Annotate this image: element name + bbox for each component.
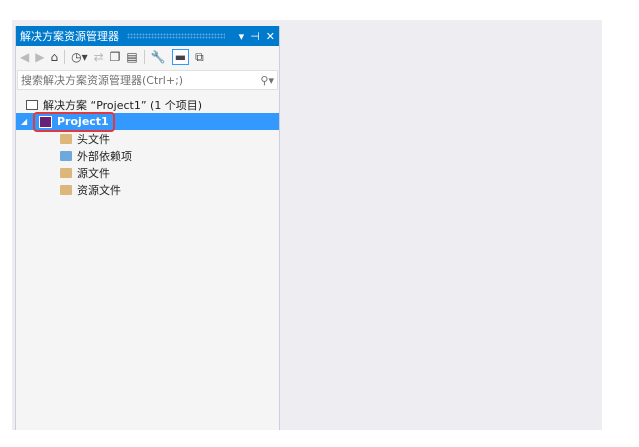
folder-icon — [60, 167, 72, 178]
folder-icon — [60, 133, 72, 144]
sync-icon[interactable]: ⇄ — [94, 50, 104, 64]
folder-label: 头文件 — [77, 132, 110, 146]
properties-icon[interactable]: 🔧 — [151, 50, 166, 64]
folder-icon — [60, 184, 72, 195]
tree-item-project[interactable]: ◢ Project1 — [16, 111, 279, 132]
dropdown-icon[interactable]: ▾ — [239, 30, 245, 43]
folder-label: 资源文件 — [77, 183, 121, 197]
panel-title-bar: 解决方案资源管理器 ▾ ⊣ ✕ — [16, 26, 279, 46]
collapse-all-icon[interactable]: ❐ — [110, 50, 121, 64]
pending-changes-icon[interactable]: ◷▾ — [71, 50, 88, 64]
solution-label: 解决方案 “Project1” (1 个项目) — [43, 98, 203, 112]
home-icon[interactable]: ⌂ — [50, 50, 58, 64]
back-icon[interactable]: ◀ — [20, 50, 29, 64]
solution-explorer-panel: 解决方案资源管理器 ▾ ⊣ ✕ ◀ ▶ ⌂ ◷▾ ⇄ ❐ ▤ 🔧 ▬ ⧉ 搜索解… — [15, 26, 280, 430]
search-placeholder: 搜索解决方案资源管理器(Ctrl+;) — [21, 74, 184, 87]
close-icon[interactable]: ✕ — [266, 30, 275, 43]
class-diagram-icon[interactable]: ⧉ — [195, 50, 204, 65]
folder-label: 外部依赖项 — [77, 149, 132, 163]
separator — [64, 50, 66, 64]
solution-tree: 解决方案 “Project1” (1 个项目) ◢ Project1 头文件 外… — [16, 96, 279, 198]
project-label: Project1 — [57, 115, 109, 128]
pin-icon[interactable]: ⊣ — [250, 30, 260, 43]
folder-label: 源文件 — [77, 166, 110, 180]
tree-item-folder[interactable]: 资源文件 — [16, 181, 279, 198]
drag-grip[interactable] — [127, 33, 225, 39]
panel-title: 解决方案资源管理器 — [20, 30, 119, 43]
project-icon — [39, 115, 52, 128]
forward-icon[interactable]: ▶ — [35, 50, 44, 64]
preview-icon[interactable]: ▬ — [171, 49, 190, 65]
tree-item-folder[interactable]: 外部依赖项 — [16, 147, 279, 164]
search-icon[interactable]: ⚲▾ — [260, 74, 274, 87]
tree-item-solution[interactable]: 解决方案 “Project1” (1 个项目) — [16, 96, 279, 113]
tree-item-folder[interactable]: 源文件 — [16, 164, 279, 181]
highlight-box: Project1 — [33, 111, 115, 132]
expand-arrow-icon[interactable]: ◢ — [21, 117, 33, 126]
solution-icon — [26, 99, 38, 110]
external-deps-icon — [60, 150, 72, 161]
tree-item-folder[interactable]: 头文件 — [16, 130, 279, 147]
search-input[interactable]: 搜索解决方案资源管理器(Ctrl+;) ⚲▾ — [17, 70, 278, 90]
show-all-files-icon[interactable]: ▤ — [126, 50, 137, 64]
separator — [143, 50, 145, 64]
toolbar: ◀ ▶ ⌂ ◷▾ ⇄ ❐ ▤ 🔧 ▬ ⧉ — [16, 46, 279, 68]
